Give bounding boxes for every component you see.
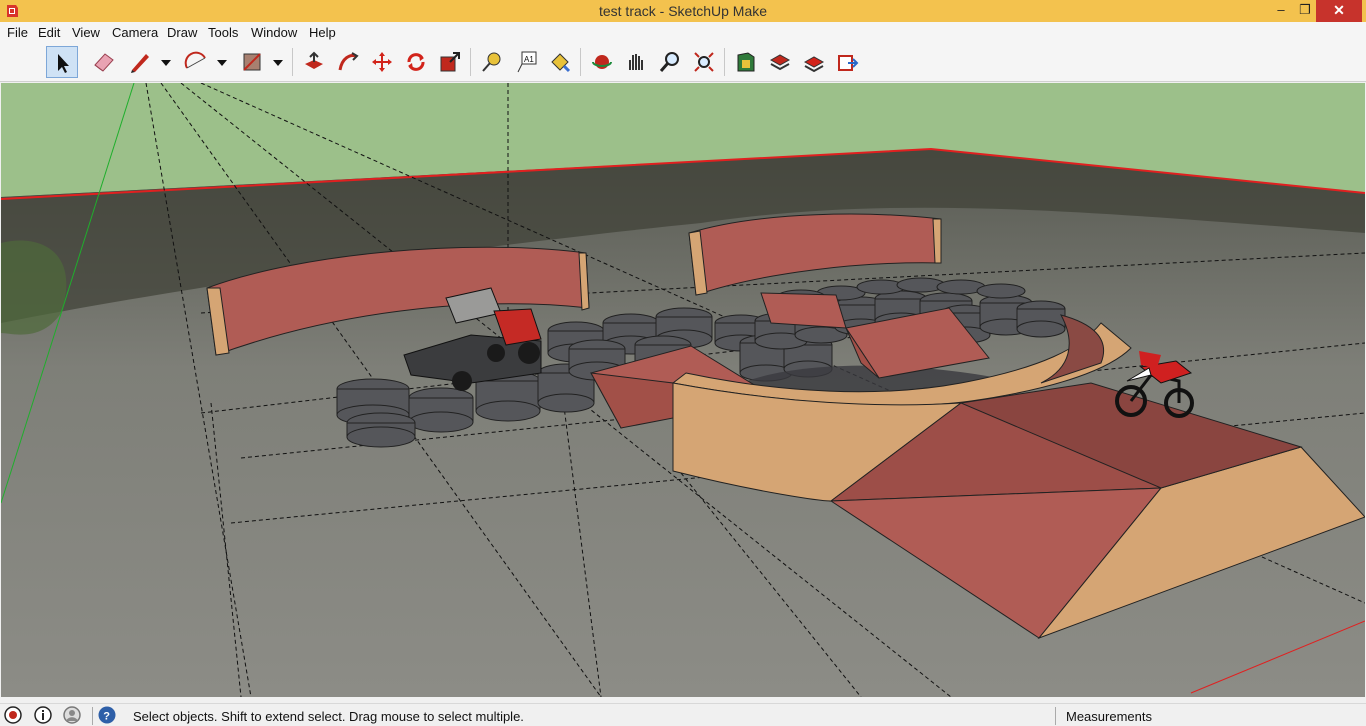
menu-view[interactable]: View bbox=[72, 25, 100, 40]
toolbar-separator bbox=[724, 48, 725, 76]
geo-location-icon[interactable] bbox=[4, 706, 22, 724]
warehouse-tool-button[interactable] bbox=[730, 46, 762, 78]
send-to-layout-icon bbox=[838, 55, 859, 71]
rotate-tool-button[interactable] bbox=[400, 46, 432, 78]
pan-icon bbox=[629, 54, 643, 70]
eraser-icon bbox=[94, 53, 114, 72]
zoom-tool-button[interactable] bbox=[654, 46, 686, 78]
extension-warehouse-tool-button[interactable] bbox=[764, 46, 796, 78]
menu-bar: File Edit View Camera Draw Tools Window … bbox=[0, 22, 1366, 42]
toolbar-separator bbox=[292, 48, 293, 76]
measurements-label: Measurements bbox=[1066, 709, 1152, 724]
model-canvas[interactable] bbox=[1, 83, 1365, 697]
3d-viewport[interactable] bbox=[1, 83, 1365, 697]
title-bar: test track - SketchUp Make – ❐ ✕ bbox=[0, 0, 1366, 22]
credits-info-icon[interactable] bbox=[34, 706, 52, 724]
follow-me-tool-button[interactable] bbox=[332, 46, 364, 78]
push-pull-icon bbox=[305, 51, 323, 69]
rectangle-tool-button[interactable] bbox=[236, 46, 268, 78]
pencil-line-icon bbox=[131, 54, 149, 73]
rectangle-icon bbox=[243, 53, 261, 71]
account-icon[interactable] bbox=[63, 706, 81, 724]
arc-dropdown-icon[interactable] bbox=[216, 52, 228, 72]
toolbar-separator bbox=[470, 48, 471, 76]
3d-warehouse-icon bbox=[737, 52, 755, 72]
text-tool-button[interactable]: A1 bbox=[510, 46, 542, 78]
scale-tool-button[interactable] bbox=[434, 46, 466, 78]
menu-help[interactable]: Help bbox=[309, 25, 336, 40]
select-tool-button[interactable] bbox=[46, 46, 78, 78]
paint-bucket-tool-button[interactable] bbox=[544, 46, 576, 78]
pan-tool-button[interactable] bbox=[620, 46, 652, 78]
send-to-layout-tool-button[interactable] bbox=[832, 46, 864, 78]
zoom-extents-tool-button[interactable] bbox=[688, 46, 720, 78]
close-button[interactable]: ✕ bbox=[1316, 0, 1362, 22]
menu-tools[interactable]: Tools bbox=[208, 25, 238, 40]
zoom-extents-icon bbox=[694, 52, 714, 72]
arc-tool-button[interactable] bbox=[180, 46, 212, 78]
rectangle-dropdown-icon[interactable] bbox=[272, 52, 284, 72]
components-tool-button[interactable] bbox=[798, 46, 830, 78]
status-message: Select objects. Shift to extend select. … bbox=[133, 709, 524, 724]
svg-text:?: ? bbox=[103, 710, 110, 722]
sketchup-window: test track - SketchUp Make – ❐ ✕ File Ed… bbox=[0, 0, 1366, 726]
follow-me-icon bbox=[338, 52, 359, 71]
menu-draw[interactable]: Draw bbox=[167, 25, 197, 40]
help-icon[interactable]: ? bbox=[98, 706, 116, 724]
orbit-icon bbox=[592, 55, 612, 69]
menu-file[interactable]: File bbox=[7, 25, 28, 40]
measurements-separator bbox=[1055, 707, 1056, 725]
move-tool-button[interactable] bbox=[366, 46, 398, 78]
orbit-tool-button[interactable] bbox=[586, 46, 618, 78]
extension-warehouse-icon bbox=[769, 54, 791, 71]
menu-window[interactable]: Window bbox=[251, 25, 297, 40]
status-separator bbox=[92, 707, 93, 725]
toolbar: A1 bbox=[0, 42, 1366, 82]
text-icon: A1 bbox=[517, 51, 537, 73]
status-bar: ? Select objects. Shift to extend select… bbox=[0, 703, 1366, 726]
eraser-tool-button[interactable] bbox=[88, 46, 120, 78]
paint-bucket-icon bbox=[551, 53, 571, 73]
move-icon bbox=[372, 52, 392, 72]
tape-measure-tool-button[interactable] bbox=[476, 46, 508, 78]
tape-measure-icon bbox=[482, 52, 501, 72]
select-icon bbox=[58, 54, 69, 73]
toolbar-separator bbox=[580, 48, 581, 76]
svg-text:A1: A1 bbox=[524, 55, 534, 64]
line-tool-button[interactable] bbox=[124, 46, 156, 78]
rotate-icon bbox=[407, 53, 425, 71]
scale-icon bbox=[440, 52, 460, 72]
zoom-icon bbox=[659, 52, 679, 72]
arc-icon bbox=[184, 51, 206, 69]
menu-camera[interactable]: Camera bbox=[112, 25, 158, 40]
components-icon bbox=[803, 56, 825, 73]
window-title: test track - SketchUp Make bbox=[598, 3, 768, 19]
line-dropdown-icon[interactable] bbox=[160, 52, 172, 72]
menu-edit[interactable]: Edit bbox=[38, 25, 60, 40]
push-pull-tool-button[interactable] bbox=[298, 46, 330, 78]
